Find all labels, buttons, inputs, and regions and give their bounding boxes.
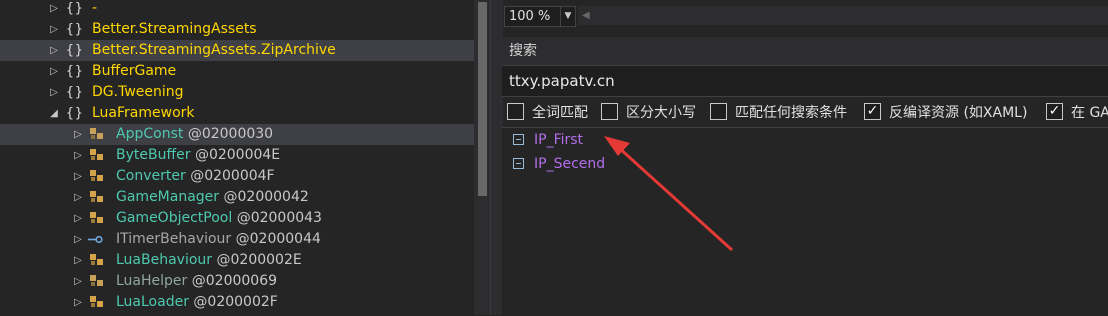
search-panel-header: 搜索: [502, 37, 1108, 65]
search-panel-title: 搜索: [509, 43, 537, 59]
tree-row-namespace[interactable]: ▷ {} DG.Tweening: [0, 82, 474, 103]
search-input[interactable]: ttxy.papatv.cn: [502, 65, 1108, 97]
tree-row-namespace[interactable]: ▷ {} BufferGame: [0, 61, 474, 82]
tree-row-namespace-dash[interactable]: ▷ {} -: [0, 0, 474, 19]
result-row[interactable]: IP_Secend: [502, 153, 1108, 175]
expand-arrow-icon[interactable]: ▷: [73, 145, 83, 166]
option-label: 在 GA: [1071, 105, 1108, 121]
tree-row-class[interactable]: ▷ LuaLoader @0200002F: [0, 292, 474, 313]
class-name: LuaLoader: [116, 294, 189, 310]
static-class-icon: [90, 128, 103, 139]
result-label: IP_First: [534, 132, 584, 148]
expand-arrow-icon[interactable]: ▷: [49, 61, 59, 82]
option-label: 反编译资源 (如XAML): [889, 105, 1028, 121]
expand-arrow-icon[interactable]: ▷: [73, 271, 83, 292]
tree-row-class[interactable]: ▷ GameManager @02000042: [0, 187, 474, 208]
result-label: IP_Secend: [534, 156, 606, 172]
class-name: GameManager: [116, 189, 220, 205]
expand-arrow-icon[interactable]: ▷: [49, 0, 59, 19]
tree-row-class-selected[interactable]: ▷ AppConst @02000030: [0, 124, 474, 145]
class-icon: [90, 296, 103, 307]
metadata-token: @0200004F: [190, 168, 275, 184]
result-row[interactable]: IP_First: [502, 129, 1108, 151]
class-name: LuaHelper: [116, 273, 188, 289]
editor-horizontal-scrollbar[interactable]: ◀: [578, 6, 1108, 25]
option-label: 区分大小写: [626, 105, 696, 121]
assembly-explorer-tree[interactable]: ▷ {} - ▷ {} Better.StreamingAssets ▷ {} …: [0, 0, 474, 315]
class-name: LuaBehaviour: [116, 252, 213, 268]
namespace-braces-icon: {}: [66, 22, 84, 37]
metadata-token: @0200002F: [193, 294, 278, 310]
expand-arrow-icon[interactable]: ▷: [73, 229, 83, 250]
tree-row-class[interactable]: ▷ GameObjectPool @02000043: [0, 208, 474, 229]
tree-row-namespace-expanded[interactable]: ◢ {} LuaFramework: [0, 103, 474, 124]
tree-row-class[interactable]: ▷ Converter @0200004F: [0, 166, 474, 187]
checkbox[interactable]: [507, 103, 524, 120]
tree-row-label: DG.Tweening: [92, 84, 184, 100]
field-icon: [513, 158, 524, 169]
expand-arrow-icon[interactable]: ▷: [73, 250, 83, 271]
class-name: ByteBuffer: [116, 147, 191, 163]
option-label: 全词匹配: [532, 105, 588, 121]
expand-arrow-icon[interactable]: ▷: [73, 292, 83, 313]
tree-row-class[interactable]: ▷ LuaHelper @02000069: [0, 271, 474, 292]
class-icon: [90, 170, 103, 181]
search-results-list[interactable]: IP_First IP_Secend: [502, 127, 1108, 316]
metadata-token: @0200004E: [194, 147, 281, 163]
expand-arrow-icon[interactable]: ▷: [49, 19, 59, 40]
metadata-token: @0200002E: [216, 252, 302, 268]
tree-row-label: Better.StreamingAssets: [92, 21, 257, 37]
option-label: 匹配任何搜索条件: [735, 105, 847, 121]
tree-row-label: LuaFramework: [92, 105, 195, 121]
metadata-token: @02000043: [236, 210, 322, 226]
search-query-text: ttxy.papatv.cn: [509, 72, 615, 90]
static-class-icon: [90, 275, 103, 286]
tree-row-class[interactable]: ▷ LuaBehaviour @0200002E: [0, 250, 474, 271]
tree-row-namespace-selected[interactable]: ▷ {} Better.StreamingAssets.ZipArchive: [0, 40, 474, 61]
checkbox-checked[interactable]: ✓: [864, 103, 881, 120]
namespace-braces-icon: {}: [66, 1, 84, 16]
zoom-value: 100 %: [509, 9, 551, 24]
metadata-token: @02000030: [187, 126, 274, 142]
expand-arrow-icon[interactable]: ▷: [73, 208, 83, 229]
class-icon: [90, 191, 103, 202]
checkbox[interactable]: [710, 103, 727, 120]
checkbox[interactable]: [601, 103, 618, 120]
metadata-token: @02000069: [191, 273, 278, 289]
chevron-down-icon[interactable]: ▼: [560, 7, 575, 26]
class-name: GameObjectPool: [116, 210, 233, 226]
expand-arrow-icon[interactable]: ▷: [73, 166, 83, 187]
collapse-arrow-icon[interactable]: ◢: [49, 103, 59, 124]
expand-arrow-icon[interactable]: ▷: [73, 187, 83, 208]
zoom-combobox[interactable]: 100 % ▼: [504, 6, 576, 27]
scroll-left-arrow-icon[interactable]: ◀: [582, 6, 590, 25]
tree-row-interface[interactable]: ▷ ITimerBehaviour @02000044: [0, 229, 474, 250]
interface-name: ITimerBehaviour: [116, 231, 232, 247]
namespace-braces-icon: {}: [66, 106, 84, 121]
namespace-braces-icon: {}: [66, 85, 84, 100]
expand-arrow-icon[interactable]: ▷: [49, 40, 59, 61]
namespace-braces-icon: {}: [66, 43, 84, 58]
metadata-token: @02000044: [235, 231, 321, 247]
tree-row-label: BufferGame: [92, 63, 177, 79]
tree-row-label: Better.StreamingAssets.ZipArchive: [92, 42, 336, 58]
class-icon: [90, 212, 103, 223]
tree-row-namespace[interactable]: ▷ {} Better.StreamingAssets: [0, 19, 474, 40]
class-name: Converter: [116, 168, 186, 184]
namespace-braces-icon: {}: [66, 64, 84, 79]
expand-arrow-icon[interactable]: ▷: [49, 82, 59, 103]
metadata-token: @02000042: [223, 189, 309, 205]
tree-scrollbar-thumb[interactable]: [478, 2, 487, 196]
class-name: AppConst: [116, 126, 184, 142]
interface-icon: [87, 235, 103, 244]
field-icon: [513, 134, 524, 145]
class-icon: [90, 254, 103, 265]
class-icon: [90, 149, 103, 160]
tree-row-label: -: [92, 0, 98, 16]
expand-arrow-icon[interactable]: ▷: [73, 124, 83, 145]
tree-row-class[interactable]: ▷ ByteBuffer @0200004E: [0, 145, 474, 166]
checkbox-checked[interactable]: ✓: [1046, 103, 1063, 120]
